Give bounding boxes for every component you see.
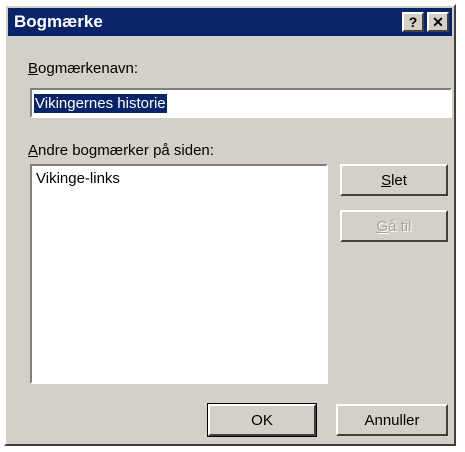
bookmark-name-label: Bogmærkenavn: <box>28 60 138 77</box>
ok-button[interactable]: OK <box>207 403 317 437</box>
list-item[interactable]: Vikinge-links <box>36 170 322 187</box>
help-button[interactable]: ? <box>402 12 424 32</box>
cancel-button[interactable]: Annuller <box>336 404 448 436</box>
bookmark-dialog: Bogmærke ? ✕ Bogmærkenavn: Vikingernes h… <box>4 4 456 446</box>
title-bar[interactable]: Bogmærke ? ✕ <box>8 8 452 36</box>
other-bookmarks-list[interactable]: Vikinge-links <box>30 164 328 384</box>
other-bookmarks-label: Andre bogmærker på siden: <box>28 142 214 159</box>
goto-button-rest: å til <box>388 217 412 235</box>
bookmark-name-value: Vikingernes historie <box>34 93 167 113</box>
other-bookmarks-label-accel: A <box>28 142 39 159</box>
delete-button-accel: S <box>381 171 392 189</box>
other-bookmarks-label-rest: ndre bogmærker på siden: <box>38 142 214 159</box>
close-icon: ✕ <box>432 14 444 30</box>
bookmark-name-input[interactable]: Vikingernes historie <box>30 88 452 118</box>
window-title: Bogmærke <box>14 12 103 31</box>
goto-button[interactable]: Gå til <box>340 210 448 242</box>
goto-button-accel: G <box>376 217 389 235</box>
close-button[interactable]: ✕ <box>427 12 449 32</box>
help-icon: ? <box>408 14 418 30</box>
delete-button[interactable]: Slet <box>340 164 448 196</box>
bookmark-name-label-accel: B <box>28 60 39 77</box>
delete-button-rest: let <box>391 171 407 189</box>
bookmark-name-label-rest: ogmærkenavn: <box>38 60 139 77</box>
